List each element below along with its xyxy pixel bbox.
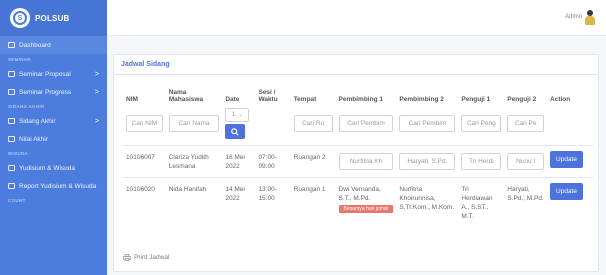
table-row: 10106007 Clariza Yudith Lesmana 16 Mei 2… bbox=[123, 145, 593, 178]
penguji2-filter-input[interactable]: Cari Pe bbox=[507, 115, 545, 132]
app-root: S POLSUB Dashboard SEMINAR Seminar Proposa… bbox=[0, 0, 606, 275]
cell-sesi: 13:00-15:00 bbox=[258, 186, 277, 202]
printer-icon bbox=[123, 254, 131, 261]
schedule-table: NIM Nama Mahasiswa Date Sesi / Waktu Tem… bbox=[123, 85, 593, 227]
sidebar-heading: WISUDA bbox=[8, 151, 29, 156]
nama-filter-input[interactable]: Cari Nama bbox=[168, 115, 220, 132]
header-nim[interactable]: NIM bbox=[123, 85, 166, 106]
sidebar: S POLSUB Dashboard SEMINAR Seminar Proposa… bbox=[0, 0, 107, 275]
print-link[interactable]: Print Jadwal bbox=[123, 254, 169, 261]
status-badge: Besarnya hari jumat bbox=[338, 205, 394, 213]
chart-icon bbox=[8, 89, 15, 95]
header-tempat[interactable]: Tempat bbox=[291, 85, 336, 106]
cell-penguji1: Tri Herdiawan A., S.ST., M.T. bbox=[461, 186, 493, 220]
nim-filter-input[interactable]: Cari NIM bbox=[126, 115, 163, 132]
sidebar-heading: COUNT bbox=[8, 198, 26, 203]
sidebar-item-label: Seminar Progress bbox=[19, 88, 72, 96]
tempat-filter-input[interactable]: Cari Ru bbox=[293, 115, 333, 132]
sidebar-menu: Dashboard SEMINAR Seminar Proposal > Seminar… bbox=[0, 36, 107, 206]
header-pembimbing1[interactable]: Pembimbing 1 bbox=[336, 85, 397, 106]
table-icon bbox=[8, 183, 15, 189]
user-name[interactable]: Admin bbox=[565, 14, 582, 20]
list-icon bbox=[8, 71, 15, 77]
pembimbing2-filter-input[interactable]: Cari Pembim bbox=[399, 115, 456, 132]
sidebar-item-seminar-progress[interactable]: Seminar Progress > bbox=[0, 83, 107, 101]
search-icon bbox=[231, 127, 239, 136]
chevron-right-icon: > bbox=[94, 70, 99, 78]
sidebar-item-label: Seminar Proposal bbox=[19, 70, 71, 78]
header-action: Action bbox=[550, 96, 571, 103]
sidebar-item-dashboard[interactable]: Dashboard bbox=[0, 36, 107, 54]
pembimbing1-filter-input[interactable]: Cari Pembim bbox=[338, 115, 394, 132]
sidebar-item-sidang-akhir[interactable]: Sidang Akhir > bbox=[0, 112, 107, 130]
sidebar-item-label: Nilai Akhir bbox=[19, 135, 48, 143]
penguji1-filter-input[interactable]: Cari Peng bbox=[461, 115, 502, 132]
cell-penguji2: Haryati, S.Pd., M.Pd. bbox=[507, 186, 544, 202]
header-nama[interactable]: Nama Mahasiswa bbox=[166, 85, 223, 106]
brand[interactable]: S POLSUB bbox=[0, 0, 107, 36]
table-header-row: NIM Nama Mahasiswa Date Sesi / Waktu Tem… bbox=[123, 85, 593, 106]
table-row: 10106020 Nida Hanifah 14 Mei 2022 13:00-… bbox=[123, 177, 593, 228]
table-icon bbox=[8, 165, 15, 171]
cell-date: 14 Mei 2022 bbox=[225, 186, 245, 202]
sidebar-heading: SEMINAR bbox=[8, 57, 31, 62]
avatar[interactable] bbox=[584, 10, 596, 25]
cell-pembimbing2: Nurfitria Khoirunnisa, S.Tr.Kom., M.Kom. bbox=[399, 186, 455, 211]
sidebar-item-report-yudisium-wisuda[interactable]: Report Yudisium & Wisuda bbox=[0, 177, 107, 195]
header-date[interactable]: Date bbox=[222, 85, 255, 106]
filter-row: Cari NIM Cari Nama 1 ⌄ Cari Ru Cari Pemb… bbox=[123, 106, 593, 146]
cell-nim: 10106020 bbox=[126, 186, 155, 193]
cell-date: 16 Mei 2022 bbox=[225, 154, 245, 170]
table-icon bbox=[8, 136, 15, 142]
header-pembimbing2[interactable]: Pembimbing 2 bbox=[396, 85, 458, 106]
penguji1-select[interactable]: Tri Herdi bbox=[461, 153, 502, 170]
card-title: Jadwal Sidang bbox=[114, 55, 598, 75]
pembimbing1-select[interactable]: Nurfitria Kh bbox=[338, 153, 394, 170]
sidebar-item-label: Yudisium & Wisuda bbox=[19, 164, 75, 172]
topbar: Admin bbox=[107, 0, 606, 36]
cell-sesi: 07:00-09:00 bbox=[258, 154, 277, 170]
date-filter-select[interactable]: 1 ⌄ bbox=[225, 108, 250, 122]
cell-pembimbing1: Dwi Vernanda, S.T., M.Pd. bbox=[338, 186, 381, 202]
sidebar-item-label: Dashboard bbox=[19, 41, 51, 49]
sidebar-item-label: Report Yudisium & Wisuda bbox=[19, 182, 97, 190]
header-sesi[interactable]: Sesi / Waktu bbox=[255, 85, 290, 106]
print-label: Print Jadwal bbox=[134, 254, 170, 261]
search-button[interactable] bbox=[225, 124, 246, 139]
pembimbing2-select[interactable]: Haryati, S.Pd. bbox=[399, 153, 456, 170]
penguji2-select[interactable]: Nunu I bbox=[507, 153, 545, 170]
chevron-down-icon: ⌄ bbox=[238, 112, 243, 118]
update-button[interactable]: Update bbox=[550, 183, 583, 200]
chevron-right-icon: > bbox=[94, 88, 99, 96]
sidebar-item-label: Sidang Akhir bbox=[19, 117, 56, 125]
dashboard-icon bbox=[8, 42, 15, 48]
date-filter-value: 1 bbox=[232, 112, 236, 118]
chevron-right-icon: > bbox=[94, 117, 99, 125]
cell-nama: Nida Hanifah bbox=[168, 186, 207, 193]
logo-icon: S bbox=[10, 8, 30, 28]
cell-nama: Clariza Yudith Lesmana bbox=[168, 154, 209, 170]
sidebar-item-yudisium-wisuda[interactable]: Yudisium & Wisuda bbox=[0, 159, 107, 177]
sidebar-heading: SIDANG AKHIR bbox=[8, 104, 45, 109]
brand-name: POLSUB bbox=[35, 13, 70, 23]
schedule-card: Jadwal Sidang NIM Nama Mahasiswa Date Se… bbox=[113, 54, 599, 272]
cell-tempat: Ruangan 2 bbox=[293, 154, 326, 161]
cell-nim: 10106007 bbox=[126, 154, 155, 161]
sidebar-item-nilai-akhir[interactable]: Nilai Akhir bbox=[0, 130, 107, 148]
header-penguji1[interactable]: Penguji 1 bbox=[458, 85, 504, 106]
update-button[interactable]: Update bbox=[550, 151, 583, 168]
user-icon bbox=[8, 118, 15, 124]
cell-tempat: Ruangan 1 bbox=[293, 186, 326, 193]
sidebar-item-seminar-proposal[interactable]: Seminar Proposal > bbox=[0, 65, 107, 83]
header-penguji2[interactable]: Penguji 2 bbox=[504, 85, 547, 106]
